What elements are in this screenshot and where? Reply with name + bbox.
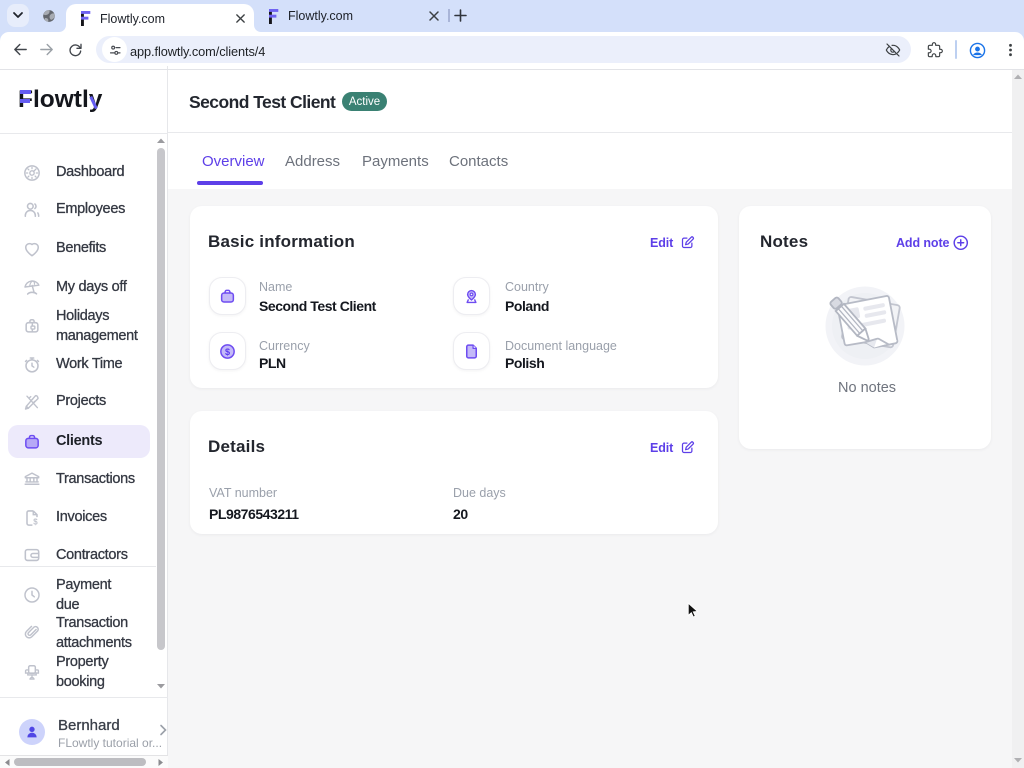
svg-text:$: $ <box>33 517 38 526</box>
svg-text:$: $ <box>225 346 230 356</box>
